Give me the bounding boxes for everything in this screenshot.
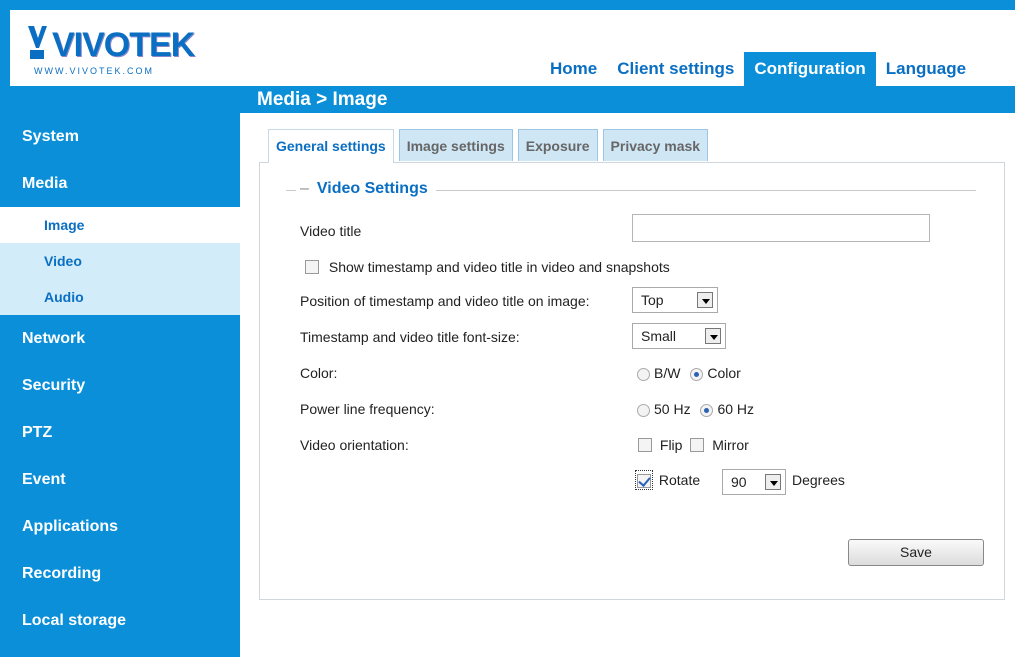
logo-mark-icon (28, 26, 47, 59)
nav-home[interactable]: Home (540, 52, 607, 86)
rotate-checkbox-focus (635, 470, 653, 491)
sidebar-item-local-storage[interactable]: Local storage (0, 597, 240, 644)
mirror-label: Mirror (712, 437, 749, 454)
nav-client-settings[interactable]: Client settings (607, 52, 744, 86)
sidebar-item-applications[interactable]: Applications (0, 503, 240, 550)
top-border (0, 0, 1015, 10)
header-band (0, 86, 1015, 113)
sidebar-item-security[interactable]: Security (0, 362, 240, 409)
color-radio-group: B/W Color (637, 365, 741, 381)
nav-language[interactable]: Language (876, 52, 976, 86)
chevron-down-icon (697, 292, 713, 308)
sidebar-item-system[interactable]: System (0, 113, 240, 160)
rotate-degree-value: 90 (731, 474, 747, 490)
color-label: Color: (300, 365, 338, 381)
show-timestamp-checkbox[interactable] (305, 260, 319, 275)
font-size-select[interactable]: Small (632, 323, 726, 349)
flip-label: Flip (659, 437, 683, 454)
video-title-input[interactable] (632, 214, 930, 242)
rotate-checkbox[interactable] (637, 474, 651, 489)
orientation-checks: Flip Mirror (638, 436, 749, 453)
position-select-value: Top (641, 292, 664, 308)
power-radio-group: 50 Hz 60 Hz (637, 401, 754, 417)
section-title: – Video Settings (296, 180, 436, 198)
top-navigation: Home Client settings Configuration Langu… (540, 52, 976, 86)
sidebar-item-network[interactable]: Network (0, 315, 240, 362)
power-60hz-label: 60 Hz (717, 401, 755, 417)
color-color-radio[interactable] (690, 367, 704, 381)
sidebar-item-ptz[interactable]: PTZ (0, 409, 240, 456)
tab-image-settings[interactable]: Image settings (398, 129, 513, 161)
breadcrumb: Media > Image (257, 89, 388, 110)
nav-configuration[interactable]: Configuration (744, 52, 876, 86)
page: VIVOTEK WWW.VIVOTEK.COM Home Client sett… (0, 0, 1015, 657)
sidebar-subitem-audio[interactable]: Audio (0, 279, 240, 315)
show-timestamp-label: Show timestamp and video title in video … (328, 259, 670, 276)
power-60hz-radio[interactable] (700, 403, 714, 417)
save-button[interactable]: Save (848, 539, 984, 566)
orientation-label: Video orientation: (300, 437, 409, 453)
font-size-select-value: Small (641, 328, 677, 344)
mirror-checkbox[interactable] (690, 438, 705, 453)
left-border (0, 0, 10, 86)
sidebar-item-media[interactable]: Media (0, 160, 240, 207)
video-title-label: Video title (300, 223, 362, 239)
color-bw-radio[interactable] (637, 367, 650, 381)
rotate-label: Rotate (658, 472, 701, 489)
logo-text: VIVOTEK (52, 26, 195, 64)
power-50hz-radio[interactable] (637, 403, 650, 417)
section-title-text: Video Settings (316, 180, 428, 197)
tab-exposure[interactable]: Exposure (517, 129, 598, 161)
font-size-label: Timestamp and video title font-size: (300, 329, 520, 345)
sidebar-subitem-image[interactable]: Image (0, 207, 240, 243)
show-timestamp-row: Show timestamp and video title in video … (305, 258, 670, 275)
power-50hz-label: 50 Hz (654, 401, 691, 417)
chevron-down-icon (705, 328, 721, 344)
sidebar-item-recording[interactable]: Recording (0, 550, 240, 597)
section-dash: – (300, 180, 309, 197)
tab-privacy-mask[interactable]: Privacy mask (602, 129, 709, 161)
vivotek-logo[interactable]: VIVOTEK WWW.VIVOTEK.COM (12, 12, 222, 84)
power-label: Power line frequency: (300, 401, 435, 417)
tab-general-settings[interactable]: General settings (268, 129, 394, 163)
position-select[interactable]: Top (632, 287, 718, 313)
tab-bar: General settings Image settings Exposure… (268, 129, 709, 163)
logo-site-text: WWW.VIVOTEK.COM (34, 66, 154, 76)
flip-checkbox[interactable] (638, 438, 652, 453)
sidebar: System Media Image Video Audio Network S… (0, 113, 240, 657)
rotate-degree-select[interactable]: 90 (722, 469, 786, 495)
degrees-label: Degrees (792, 472, 845, 488)
chevron-down-icon (765, 474, 781, 490)
position-label: Position of timestamp and video title on… (300, 293, 590, 309)
color-color-label: Color (707, 365, 741, 381)
sidebar-item-event[interactable]: Event (0, 456, 240, 503)
rotate-row: Rotate (635, 470, 701, 491)
sidebar-subitem-video[interactable]: Video (0, 243, 240, 279)
color-bw-label: B/W (654, 365, 681, 381)
